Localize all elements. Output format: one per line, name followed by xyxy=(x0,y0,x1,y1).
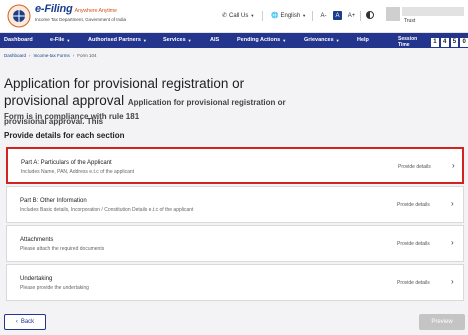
phone-icon: ✆ xyxy=(222,13,228,19)
provide-details-link[interactable]: Provide details xyxy=(397,280,430,286)
nav-item-grievances[interactable]: Grievances ▼ xyxy=(304,37,340,43)
main-nav: Dashboard e-File ▼ Authorised Partners ▼ S… xyxy=(0,33,468,48)
chevron-right-icon[interactable]: › xyxy=(451,277,454,286)
contrast-icon[interactable] xyxy=(366,11,374,19)
breadcrumb-income-tax-forms[interactable]: Income-tax Forms xyxy=(34,53,70,58)
breadcrumb-dashboard[interactable]: Dashboard xyxy=(4,53,26,58)
back-button[interactable]: ‹ Back xyxy=(4,314,46,330)
language-dropdown[interactable]: 🌐 English ▼ xyxy=(271,12,307,20)
preview-button[interactable]: Preview xyxy=(419,314,465,330)
font-decrease-button[interactable]: A- xyxy=(319,11,328,20)
section-card-part-a[interactable]: Part A: Particulars of the Applicant Inc… xyxy=(6,147,464,184)
card-description: Please attach the required documents xyxy=(20,246,105,252)
nav-item-help[interactable]: Help xyxy=(357,37,369,43)
logo-title: e-Filing Anywhere Anytime xyxy=(35,3,117,15)
section-card-attachments[interactable]: Attachments Please attach the required d… xyxy=(6,225,464,262)
card-description: Includes Name, PAN, Address e.t.c of the… xyxy=(21,169,135,175)
nav-item-efile[interactable]: e-File ▼ xyxy=(50,37,70,43)
provide-details-link[interactable]: Provide details xyxy=(397,241,430,247)
divider xyxy=(262,11,263,21)
nav-item-ais[interactable]: AIS xyxy=(210,37,219,43)
compliance-note: Form is in compliance with rule 181 xyxy=(4,112,140,121)
chevron-down-icon: ▼ xyxy=(250,13,255,18)
chevron-left-icon: ‹ xyxy=(15,319,18,325)
session-digit: 0 xyxy=(460,37,468,47)
chevron-right-icon[interactable]: › xyxy=(451,199,454,208)
session-digit: 1 xyxy=(431,37,439,47)
logo-subtitle: Income Tax Department, Government of Ind… xyxy=(35,17,126,22)
chevron-right-icon[interactable]: › xyxy=(452,161,455,170)
chevron-down-icon: ▼ xyxy=(142,37,147,43)
page-title: Application for provisional registration… xyxy=(4,76,286,126)
session-digit: 5 xyxy=(450,37,459,47)
provide-details-link[interactable]: Provide details xyxy=(398,164,431,170)
section-card-part-b[interactable]: Part B: Other Information Includes Basic… xyxy=(6,186,464,223)
card-description: Please provide the undertaking xyxy=(20,285,89,291)
card-title: Part A: Particulars of the Applicant xyxy=(21,160,112,166)
call-us-dropdown[interactable]: ✆ Call Us ▼ xyxy=(222,12,255,20)
chevron-down-icon: ▼ xyxy=(302,13,307,18)
font-increase-button[interactable]: A+ xyxy=(347,11,356,20)
card-description: Includes Basic details, Incorporation / … xyxy=(20,207,194,213)
card-title: Attachments xyxy=(20,237,54,243)
username-redacted xyxy=(402,7,464,16)
font-normal-button[interactable]: A xyxy=(333,11,342,20)
chevron-down-icon: ▼ xyxy=(282,37,287,43)
emblem-logo-icon[interactable] xyxy=(6,4,32,29)
provide-details-link[interactable]: Provide details xyxy=(397,202,430,208)
section-card-undertaking[interactable]: Undertaking Please provide the undertaki… xyxy=(6,264,464,301)
top-header: e-Filing Anywhere Anytime Income Tax Depa… xyxy=(0,0,468,33)
breadcrumb-separator-icon: › xyxy=(72,53,75,58)
nav-item-pending-actions[interactable]: Pending Actions ▼ xyxy=(237,37,286,43)
divider xyxy=(312,11,313,21)
breadcrumb-current: Form 104 xyxy=(77,53,97,58)
nav-item-authorised-partners[interactable]: Authorised Partners ▼ xyxy=(88,37,147,43)
nav-item-dashboard[interactable]: Dashboard xyxy=(4,37,33,43)
chevron-down-icon: ▼ xyxy=(335,37,340,43)
divider xyxy=(360,11,361,21)
chevron-down-icon: ▼ xyxy=(66,37,71,43)
user-type-label: Trust xyxy=(404,18,416,24)
nav-item-services[interactable]: Services ▼ xyxy=(163,37,192,43)
session-timer: Session Time 1 4 5 0 xyxy=(398,36,468,48)
logo-tagline: Anywhere Anytime xyxy=(74,8,118,14)
card-title: Part B: Other Information xyxy=(20,198,87,204)
breadcrumb-separator-icon: › xyxy=(29,53,31,58)
chevron-right-icon[interactable]: › xyxy=(451,238,454,247)
breadcrumb: Dashboard › Income-tax Forms › Form 104 xyxy=(4,53,97,58)
section-heading: Provide details for each section xyxy=(4,131,125,140)
globe-icon: 🌐 xyxy=(271,13,279,19)
card-title: Undertaking xyxy=(20,276,53,282)
session-digit: 4 xyxy=(440,37,449,47)
avatar[interactable] xyxy=(386,7,400,21)
chevron-down-icon: ▼ xyxy=(187,37,192,43)
